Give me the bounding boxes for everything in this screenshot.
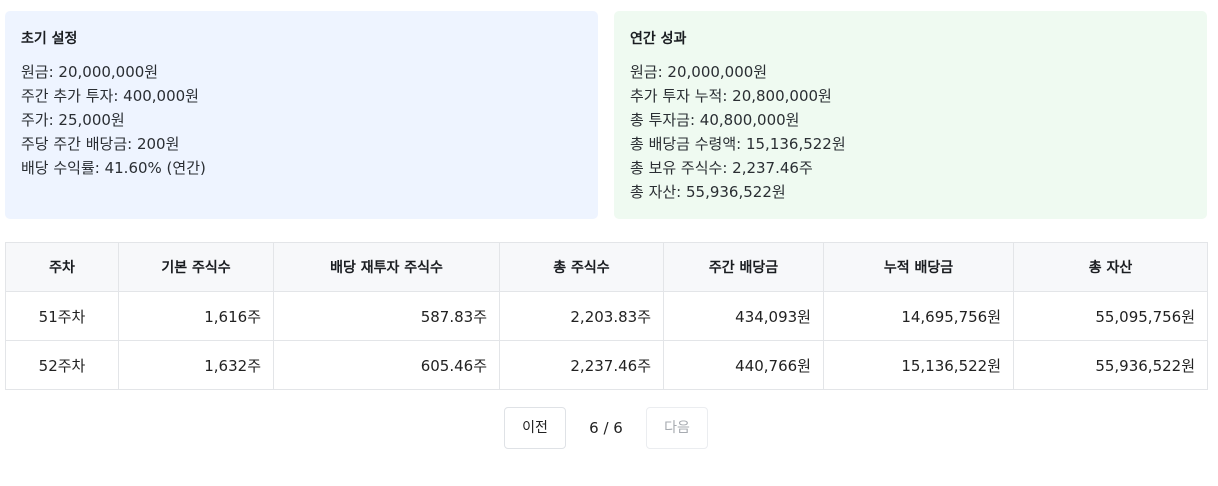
initial-settings-card: 초기 설정 원금: 20,000,000원 주간 추가 투자: 400,000원… — [5, 11, 598, 219]
performance-principal: 원금: 20,000,000원 — [630, 63, 768, 81]
table-header-row: 주차 기본 주식수 배당 재투자 주식수 총 주식수 주간 배당금 누적 배당금… — [5, 242, 1208, 292]
cell-total-shares: 2,237.46주 — [499, 340, 664, 390]
settings-weekly-investment: 주간 추가 투자: 400,000원 — [21, 87, 199, 105]
header-week: 주차 — [5, 242, 119, 292]
settings-share-price: 주가: 25,000원 — [21, 111, 125, 129]
cell-reinvested-shares: 587.83주 — [273, 291, 500, 341]
cell-week: 52주차 — [5, 340, 119, 390]
cell-total-shares: 2,203.83주 — [499, 291, 664, 341]
weekly-dividend-table: 주차 기본 주식수 배당 재투자 주식수 총 주식수 주간 배당금 누적 배당금… — [5, 242, 1208, 390]
next-page-button[interactable]: 다음 — [646, 407, 708, 449]
performance-total-assets: 총 자산: 55,936,522원 — [630, 183, 786, 201]
cell-reinvested-shares: 605.46주 — [273, 340, 500, 390]
cell-total-assets: 55,936,522원 — [1013, 340, 1208, 390]
cell-base-shares: 1,616주 — [118, 291, 274, 341]
prev-page-button[interactable]: 이전 — [504, 407, 566, 449]
cell-total-assets: 55,095,756원 — [1013, 291, 1208, 341]
header-weekly-dividend: 주간 배당금 — [663, 242, 824, 292]
annual-performance-title: 연간 성과 — [630, 31, 687, 47]
settings-weekly-dividend: 주당 주간 배당금: 200원 — [21, 135, 180, 153]
performance-total-dividends: 총 배당금 수령액: 15,136,522원 — [630, 135, 846, 153]
page-indicator: 6 / 6 — [589, 419, 623, 437]
header-base-shares: 기본 주식수 — [118, 242, 274, 292]
performance-additional-investment: 추가 투자 누적: 20,800,000원 — [630, 87, 832, 105]
cell-weekly-dividend: 440,766원 — [663, 340, 824, 390]
annual-performance-card: 연간 성과 원금: 20,000,000원 추가 투자 누적: 20,800,0… — [614, 11, 1207, 219]
header-total-shares: 총 주식수 — [499, 242, 664, 292]
summary-cards: 초기 설정 원금: 20,000,000원 주간 추가 투자: 400,000원… — [5, 11, 1207, 219]
header-cumulative-dividend: 누적 배당금 — [823, 242, 1014, 292]
settings-principal: 원금: 20,000,000원 — [21, 63, 159, 81]
initial-settings-title: 초기 설정 — [21, 31, 78, 47]
cell-weekly-dividend: 434,093원 — [663, 291, 824, 341]
cell-cumulative-dividend: 15,136,522원 — [823, 340, 1014, 390]
header-reinvested-shares: 배당 재투자 주식수 — [273, 242, 500, 292]
cell-cumulative-dividend: 14,695,756원 — [823, 291, 1014, 341]
table-row: 52주차 1,632주 605.46주 2,237.46주 440,766원 1… — [5, 340, 1208, 390]
cell-week: 51주차 — [5, 291, 119, 341]
weekly-table-container: 주차 기본 주식수 배당 재투자 주식수 총 주식수 주간 배당금 누적 배당금… — [5, 242, 1208, 390]
header-total-assets: 총 자산 — [1013, 242, 1208, 292]
pagination: 이전 6 / 6 다음 — [0, 407, 1218, 449]
table-row: 51주차 1,616주 587.83주 2,203.83주 434,093원 1… — [5, 291, 1208, 341]
performance-total-investment: 총 투자금: 40,800,000원 — [630, 111, 800, 129]
performance-total-shares: 총 보유 주식수: 2,237.46주 — [630, 159, 813, 177]
settings-dividend-yield: 배당 수익률: 41.60% (연간) — [21, 159, 206, 177]
cell-base-shares: 1,632주 — [118, 340, 274, 390]
